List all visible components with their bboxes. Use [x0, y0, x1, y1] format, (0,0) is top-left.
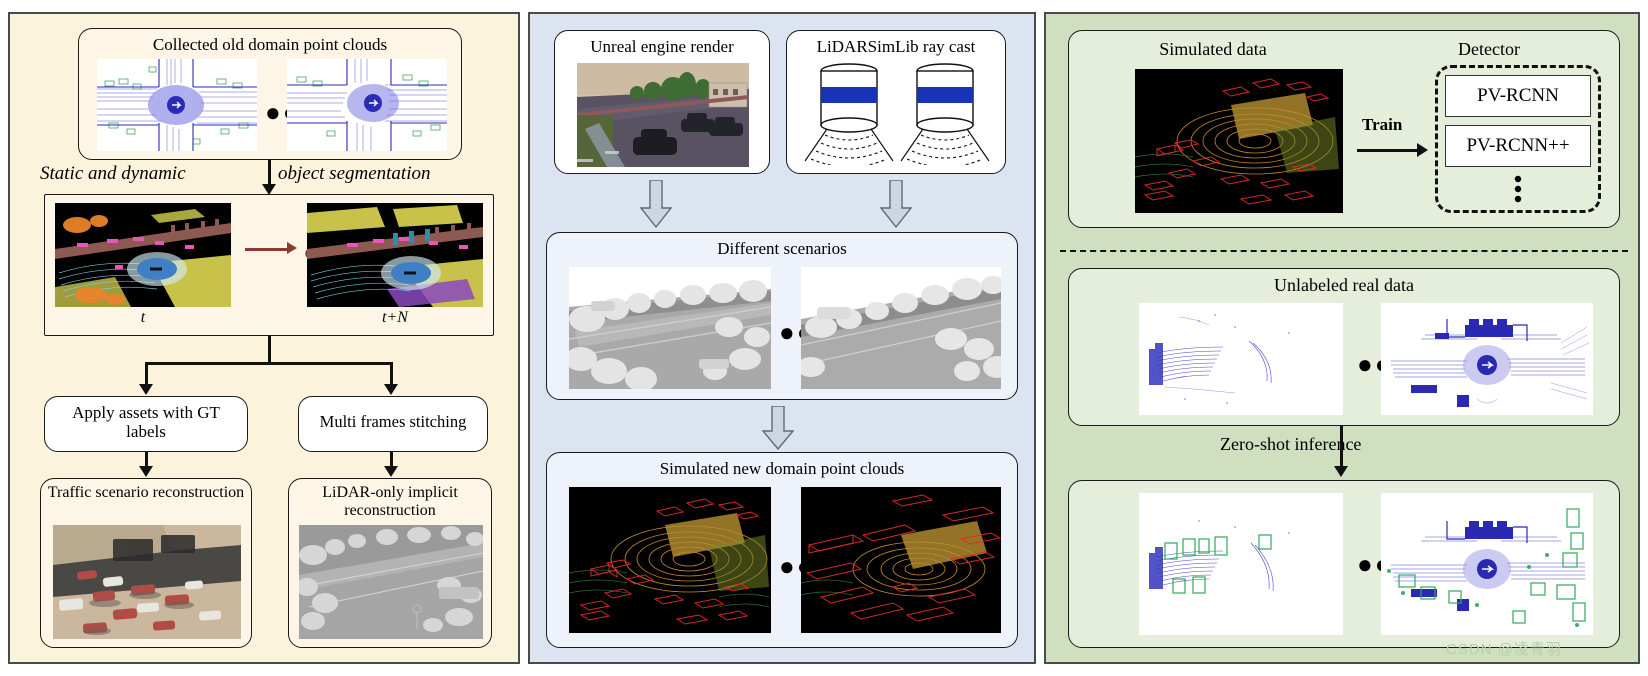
- multi-frames-label: Multi frames stitching: [319, 412, 467, 431]
- arrowhead-result-left: [139, 466, 153, 477]
- card-unlabeled-real-data: Unlabeled real data: [1068, 268, 1620, 426]
- arrowhead-frames-left: [287, 242, 297, 254]
- thumbnail-simulated-2: [801, 487, 1001, 633]
- thumbnail-segmented-tN: [307, 203, 483, 307]
- detector-title: Detector: [1458, 39, 1520, 59]
- arrow-line-frames-left: [245, 248, 291, 251]
- figure-root: Collected old domain point clouds Static…: [0, 0, 1648, 676]
- card-apply-assets: Apply assets with GT labels: [44, 396, 248, 452]
- simulated-data-title: Simulated data: [1159, 39, 1267, 59]
- detector-item-label: PV-RCNN++: [1466, 135, 1570, 156]
- thumbnail-scenario-2: [801, 267, 1001, 389]
- unlabeled-title: Unlabeled real data: [1274, 275, 1414, 295]
- collected-title: Collected old domain point clouds: [152, 35, 388, 54]
- panel-data-collection: Collected old domain point clouds Static…: [8, 12, 520, 664]
- thumbnail-implicit-mesh: [299, 525, 483, 639]
- thumbnail-pointcloud-bev-1: [97, 59, 257, 151]
- card-raycast: LiDARSimLib ray cast: [786, 30, 1006, 174]
- segmentation-label-before: Static and dynamic: [40, 163, 186, 184]
- card-inference-result: ●●●: [1068, 480, 1620, 648]
- panel-simulation: Unreal engine render LiDARSimLib ray cas…: [528, 12, 1036, 664]
- card-implicit-reconstruction: LiDAR-only implicit reconstruction: [288, 478, 492, 648]
- block-arrow-raycast-down: [879, 179, 913, 229]
- card-different-scenarios: Different scenarios: [546, 232, 1018, 400]
- section-divider: [1060, 250, 1628, 252]
- watermark-text: CSDN @凌青羽: [1446, 641, 1562, 658]
- thumbnail-simulated-1: [569, 487, 771, 633]
- thumbnail-inference-2: [1381, 493, 1593, 635]
- raycast-title: LiDARSimLib ray cast: [816, 37, 976, 56]
- thumbnail-real-1: [1139, 303, 1343, 415]
- caption-frame-tN: t+N: [382, 309, 408, 326]
- block-arrow-scenarios-down: [761, 405, 795, 451]
- thumbnail-pointcloud-bev-2: [287, 59, 447, 151]
- inference-label: Zero-shot inference: [1220, 434, 1362, 454]
- implicit-reconstruction-title: LiDAR-only implicit reconstruction: [322, 484, 458, 519]
- detector-item-label: PV-RCNN: [1477, 85, 1559, 106]
- thumbnail-simulated-train: [1135, 69, 1343, 213]
- scenarios-title: Different scenarios: [717, 239, 847, 258]
- unreal-title: Unreal engine render: [590, 37, 734, 56]
- card-traffic-reconstruction: Traffic scenario reconstruction: [40, 478, 252, 648]
- thumbnail-unreal-highway: [577, 63, 749, 167]
- card-collected-point-clouds: Collected old domain point clouds: [78, 28, 462, 160]
- inference-arrowhead: [1334, 466, 1348, 477]
- thumbnail-scenario-1: [569, 267, 771, 389]
- apply-assets-label: Apply assets with GT labels: [72, 403, 220, 442]
- thumbnail-traffic-scene: [53, 525, 241, 639]
- card-multi-frames: Multi frames stitching: [298, 396, 488, 452]
- thumbnail-lidar-sensors: [799, 61, 995, 165]
- card-train-detector: Simulated data Detector Train PV-RCNN PV…: [1068, 30, 1620, 228]
- card-unreal-render: Unreal engine render: [554, 30, 770, 174]
- train-arrowhead: [1417, 143, 1428, 157]
- card-simulated-point-clouds: Simulated new domain point clouds: [546, 452, 1018, 648]
- train-label: Train: [1362, 115, 1403, 134]
- split-bar: [146, 362, 392, 365]
- traffic-reconstruction-title: Traffic scenario reconstruction: [47, 484, 245, 501]
- block-arrow-unreal-down: [639, 179, 673, 229]
- detector-item-pv-rcnn-plus[interactable]: PV-RCNN++: [1445, 125, 1591, 167]
- split-stem: [268, 336, 271, 364]
- train-arrow-line: [1357, 149, 1419, 152]
- thumbnail-real-2: [1381, 303, 1593, 415]
- arrowhead-result-right: [384, 466, 398, 477]
- card-segmented-frames: ●●●: [44, 194, 494, 336]
- detector-more-dots: [1509, 175, 1527, 210]
- segmentation-label-after: object segmentation: [278, 163, 431, 184]
- panel-training-inference: Simulated data Detector Train PV-RCNN PV…: [1044, 12, 1640, 664]
- arrowhead-branch-left: [139, 384, 153, 395]
- detector-item-pv-rcnn[interactable]: PV-RCNN: [1445, 75, 1591, 117]
- thumbnail-segmented-t: [55, 203, 231, 307]
- thumbnail-inference-1: [1139, 493, 1343, 635]
- simulated-title: Simulated new domain point clouds: [659, 459, 905, 478]
- arrowhead-branch-right: [384, 384, 398, 395]
- caption-frame-t: t: [140, 309, 146, 326]
